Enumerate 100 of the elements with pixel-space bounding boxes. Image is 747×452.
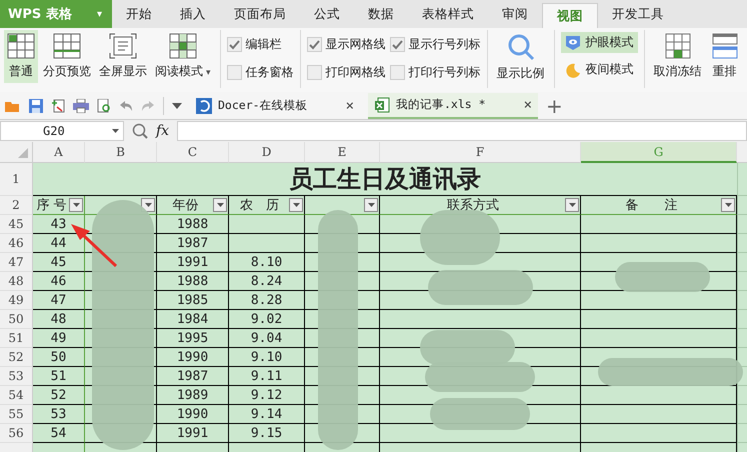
filter-button[interactable]: [721, 198, 735, 212]
dropdown-icon[interactable]: [112, 129, 119, 133]
row-header[interactable]: 52: [0, 348, 33, 367]
freeze-button[interactable]: 取消冻结: [650, 30, 705, 83]
ribbon-tab[interactable]: 审阅: [488, 0, 542, 28]
checkbox[interactable]: [390, 65, 405, 80]
filter-button[interactable]: [565, 198, 579, 212]
app-logo: WPS 表格: [8, 6, 72, 23]
ribbon-tab[interactable]: 视图: [542, 3, 598, 28]
column-header[interactable]: E: [305, 142, 380, 163]
dropdown-icon: [568, 203, 576, 207]
name-box[interactable]: G20: [0, 121, 124, 141]
filter-button[interactable]: [213, 198, 227, 212]
dropdown-icon: [144, 203, 152, 207]
ribbon-tab[interactable]: 开始: [112, 0, 166, 28]
export-document-icon[interactable]: [51, 98, 65, 112]
column-header[interactable]: A: [33, 142, 85, 163]
checkbox-option[interactable]: 显示网格线: [306, 36, 386, 53]
table-cell: 1990: [157, 348, 229, 367]
freeze-button[interactable]: 重排: [708, 30, 741, 83]
close-icon[interactable]: ×: [346, 98, 354, 114]
arrow-annotation: [71, 224, 118, 268]
formula-field[interactable]: [177, 121, 747, 141]
ribbon-tab[interactable]: 表格样式: [408, 0, 488, 28]
checkbox-option[interactable]: 编辑栏: [226, 36, 294, 53]
row-header[interactable]: 56: [0, 424, 33, 443]
table-cell: [737, 272, 747, 291]
ribbon-tab[interactable]: 公式: [300, 0, 354, 28]
table-cell: 1987: [157, 367, 229, 386]
row-header[interactable]: 49: [0, 291, 33, 310]
table-cell: 1988: [157, 272, 229, 291]
row-header[interactable]: 47: [0, 253, 33, 272]
column-header[interactable]: F: [380, 142, 581, 163]
table-cell: [737, 405, 747, 424]
checkbox-label: 显示网格线: [326, 36, 386, 53]
filter-button[interactable]: [69, 198, 83, 212]
dropdown-icon: [368, 203, 374, 207]
row-header[interactable]: 51: [0, 329, 33, 348]
moon-icon: [564, 62, 581, 78]
table-cell: [737, 215, 747, 234]
row-header[interactable]: 54: [0, 386, 33, 405]
ribbon-tab[interactable]: 开发工具: [598, 0, 678, 28]
ribbon-tab[interactable]: 页面布局: [220, 0, 300, 28]
filter-button[interactable]: [364, 198, 378, 212]
view-button[interactable]: 全屏显示: [96, 30, 150, 83]
view-button[interactable]: 分页预览: [40, 30, 94, 83]
ribbon-tab[interactable]: 插入: [166, 0, 220, 28]
checkbox-option[interactable]: 显示行号列标: [390, 36, 481, 53]
row-header[interactable]: 1: [0, 163, 33, 196]
checkbox-option[interactable]: 打印行号列标: [390, 64, 481, 81]
checkbox-option[interactable]: 任务窗格: [226, 64, 294, 81]
print-preview-icon[interactable]: [97, 98, 111, 112]
column-header[interactable]: D: [229, 142, 305, 163]
checkbox-label: 打印行号列标: [408, 64, 481, 81]
checkbox[interactable]: [306, 37, 322, 52]
mode-button[interactable]: 夜间模式: [560, 59, 638, 80]
filter-button[interactable]: [289, 198, 303, 212]
table-cell: 1989: [157, 386, 229, 405]
undo-icon[interactable]: [119, 100, 133, 112]
checkbox[interactable]: [226, 65, 242, 80]
search-icon[interactable]: [132, 123, 148, 139]
table-cell: 54: [33, 424, 85, 443]
corner-triangle-icon: [18, 148, 28, 158]
table-cell: 1988: [157, 215, 229, 234]
table-cell: [737, 310, 747, 329]
ribbon-tab[interactable]: 数据: [354, 0, 408, 28]
document-tab[interactable]: Docer-在线模板 ×: [190, 92, 360, 118]
column-header[interactable]: C: [157, 142, 229, 163]
row-header[interactable]: 50: [0, 310, 33, 329]
column-header[interactable]: B: [85, 142, 157, 163]
table-cell: 1984: [157, 310, 229, 329]
checkbox[interactable]: [226, 37, 242, 52]
row-header[interactable]: 53: [0, 367, 33, 386]
zoom-button[interactable]: 显示比例: [494, 30, 548, 85]
table-cell: 9.11: [229, 367, 305, 386]
table-cell: 50: [33, 348, 85, 367]
row-header[interactable]: 48: [0, 272, 33, 291]
document-tab[interactable]: 我的记事.xls * ×: [368, 92, 538, 118]
row-header[interactable]: 45: [0, 215, 33, 234]
sheet-title: 员工生日及通讯录: [289, 163, 481, 195]
mode-button[interactable]: 护眼模式: [560, 32, 638, 53]
dropdown-icon: [724, 203, 732, 207]
row-header[interactable]: 55: [0, 405, 33, 424]
grid-icon: [664, 33, 691, 59]
row-header[interactable]: 46: [0, 234, 33, 253]
table-cell: 1985: [157, 291, 229, 310]
close-icon[interactable]: ×: [524, 96, 532, 112]
function-button[interactable]: fx: [156, 123, 170, 139]
checkbox-option[interactable]: 打印网格线: [306, 64, 386, 81]
save-icon[interactable]: [29, 98, 43, 112]
view-button[interactable]: 阅读模式 ▾: [152, 30, 214, 83]
checkbox[interactable]: [390, 37, 405, 52]
print-icon[interactable]: [73, 98, 89, 112]
new-tab-button[interactable]: +: [546, 94, 563, 118]
row-header[interactable]: 2: [0, 196, 33, 215]
view-button[interactable]: 普通: [4, 30, 38, 83]
dropdown-icon[interactable]: [172, 102, 182, 108]
table-cell: 9.15: [229, 424, 305, 443]
table-cell: 47: [33, 291, 85, 310]
checkbox[interactable]: [306, 65, 322, 80]
